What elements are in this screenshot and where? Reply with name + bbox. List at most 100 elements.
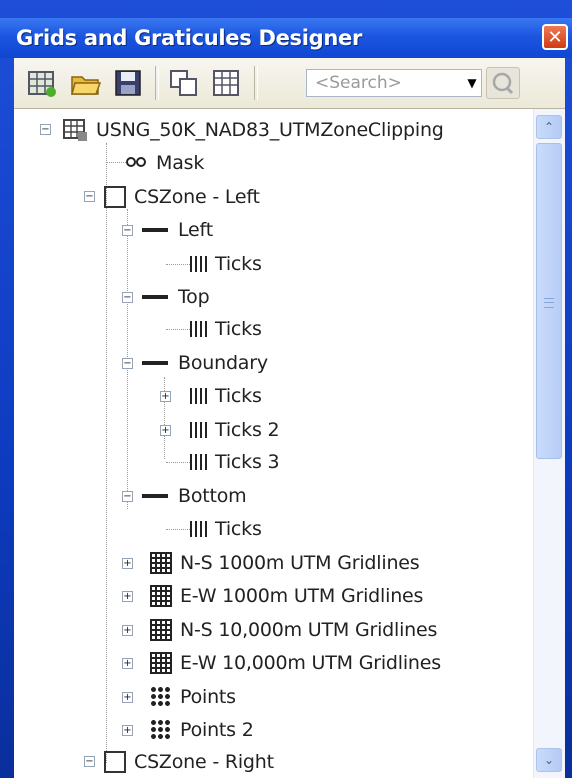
tree-connector xyxy=(106,143,107,763)
tree-node-root[interactable]: USNG_50K_NAD83_UTMZoneClipping xyxy=(62,115,444,145)
tree-node-label: N-S 1000m UTM Gridlines xyxy=(180,552,420,574)
search-dropdown-arrow[interactable]: ▼ xyxy=(462,69,482,97)
search-button[interactable] xyxy=(486,67,520,99)
tree-node-boundary-ticks[interactable]: Ticks xyxy=(190,381,262,411)
scroll-down-button[interactable]: ⌄ xyxy=(536,748,562,772)
tree-node-points-2[interactable]: Points 2 xyxy=(150,715,254,745)
tree-connector xyxy=(164,377,165,459)
points-icon xyxy=(150,686,172,708)
scroll-thumb[interactable] xyxy=(536,143,562,459)
tree-connector xyxy=(166,264,190,265)
copy-button[interactable] xyxy=(168,67,200,99)
open-button[interactable] xyxy=(70,67,102,99)
border-line-icon xyxy=(142,295,168,299)
window-title: Grids and Graticules Designer xyxy=(16,26,363,50)
gridlines-icon xyxy=(150,619,172,641)
tree-node-label: E-W 1000m UTM Gridlines xyxy=(180,585,424,607)
tree-node-left[interactable]: Left xyxy=(142,215,213,245)
magnifier-icon xyxy=(492,72,514,95)
gridlines-icon xyxy=(150,552,172,574)
new-grid-button[interactable] xyxy=(26,67,58,99)
tree-node-boundary-ticks-3[interactable]: Ticks 3 xyxy=(190,447,280,477)
ticks-icon xyxy=(190,422,207,438)
open-folder-icon xyxy=(71,76,102,95)
ew1000-expander[interactable]: + xyxy=(122,591,133,602)
ticks-icon xyxy=(190,256,207,272)
ew10000-expander[interactable]: + xyxy=(122,658,133,669)
toolbar: <Search> ▼ xyxy=(14,58,565,109)
top-expander[interactable]: − xyxy=(122,292,133,303)
ns10000-expander[interactable]: + xyxy=(122,625,133,636)
tree-node-label: CSZone - Left xyxy=(134,186,260,208)
copy-icon xyxy=(170,70,197,96)
tree-node-points[interactable]: Points xyxy=(150,682,236,712)
vertical-scrollbar[interactable]: ⌃ ⌄ xyxy=(533,109,565,778)
tree-node-label: N-S 10,000m UTM Gridlines xyxy=(180,619,438,641)
tree-node-mask[interactable]: Mask xyxy=(126,148,204,178)
tree-node-label: Bottom xyxy=(178,485,247,507)
boundary-expander[interactable]: − xyxy=(122,358,133,369)
properties-button[interactable] xyxy=(210,67,242,99)
ticks-icon xyxy=(190,388,207,404)
tree-node-boundary[interactable]: Boundary xyxy=(142,348,268,378)
toolbar-separator xyxy=(155,66,159,100)
zone-box-icon xyxy=(104,186,126,208)
gridlines-icon xyxy=(150,652,172,674)
tree-node-label: Mask xyxy=(156,152,205,174)
tree-node-label: Top xyxy=(178,286,210,308)
tree-node-label: Points 2 xyxy=(180,719,254,741)
root-expander[interactable]: − xyxy=(40,124,51,135)
tree-node-cszone-right[interactable]: CSZone - Right xyxy=(104,747,274,777)
tree-node-label: Ticks 3 xyxy=(215,451,280,473)
tree-node-label: E-W 10,000m UTM Gridlines xyxy=(180,652,441,674)
tree-node-label: Points xyxy=(180,686,236,708)
boundary-ticks-expander[interactable]: + xyxy=(160,391,171,402)
left-expander[interactable]: − xyxy=(122,225,133,236)
tree-node-top[interactable]: Top xyxy=(142,282,210,312)
ns1000-expander[interactable]: + xyxy=(122,558,133,569)
tree-node-cszone-left[interactable]: CSZone - Left xyxy=(104,182,260,212)
tree-node-label: Boundary xyxy=(178,352,268,374)
tree-node-ew-1000m[interactable]: E-W 1000m UTM Gridlines xyxy=(150,581,423,611)
tree-node-ns-1000m[interactable]: N-S 1000m UTM Gridlines xyxy=(150,548,420,578)
tree-node-ew-10000m[interactable]: E-W 10,000m UTM Gridlines xyxy=(150,648,441,678)
save-icon xyxy=(115,70,141,96)
cszone-right-expander[interactable]: − xyxy=(84,756,95,767)
ticks-icon xyxy=(190,521,207,537)
tree-connector xyxy=(106,162,128,163)
bottom-expander[interactable]: − xyxy=(122,491,133,502)
tree-node-top-ticks[interactable]: Ticks xyxy=(190,314,262,344)
points-expander[interactable]: + xyxy=(122,692,133,703)
boundary-ticks2-expander[interactable]: + xyxy=(160,425,171,436)
tree-node-bottom[interactable]: Bottom xyxy=(142,481,247,511)
new-grid-icon xyxy=(28,71,56,97)
scroll-up-button[interactable]: ⌃ xyxy=(536,115,562,139)
grip-icon xyxy=(544,298,554,308)
points-icon xyxy=(150,719,172,741)
tree-node-label: Ticks xyxy=(215,385,262,407)
border-line-icon xyxy=(142,494,168,498)
tree-connector xyxy=(166,329,190,330)
grid-layer-icon xyxy=(63,119,87,141)
tree-node-label: Ticks xyxy=(215,518,262,540)
tree-connector xyxy=(166,462,190,463)
zone-box-icon xyxy=(104,751,126,773)
tree-node-boundary-ticks-2[interactable]: Ticks 2 xyxy=(190,415,280,445)
points2-expander[interactable]: + xyxy=(122,725,133,736)
tree-node-label: Left xyxy=(178,219,213,241)
title-bar[interactable]: Grids and Graticules Designer ✕ xyxy=(0,18,572,58)
properties-icon xyxy=(213,70,239,96)
tree-node-ns-10000m[interactable]: N-S 10,000m UTM Gridlines xyxy=(150,615,437,645)
tree-node-left-ticks[interactable]: Ticks xyxy=(190,249,262,279)
tree-connector xyxy=(166,529,190,530)
tree-node-label: USNG_50K_NAD83_UTMZoneClipping xyxy=(96,119,444,141)
search-input[interactable]: <Search> xyxy=(306,69,482,97)
cszone-left-expander[interactable]: − xyxy=(84,191,95,202)
ticks-icon xyxy=(190,321,207,337)
tree-node-bottom-ticks[interactable]: Ticks xyxy=(190,514,262,544)
close-button[interactable]: ✕ xyxy=(542,24,568,50)
border-line-icon xyxy=(142,361,168,365)
tree-node-label: Ticks xyxy=(215,253,262,275)
save-button[interactable] xyxy=(112,67,144,99)
mask-icon xyxy=(126,157,148,169)
